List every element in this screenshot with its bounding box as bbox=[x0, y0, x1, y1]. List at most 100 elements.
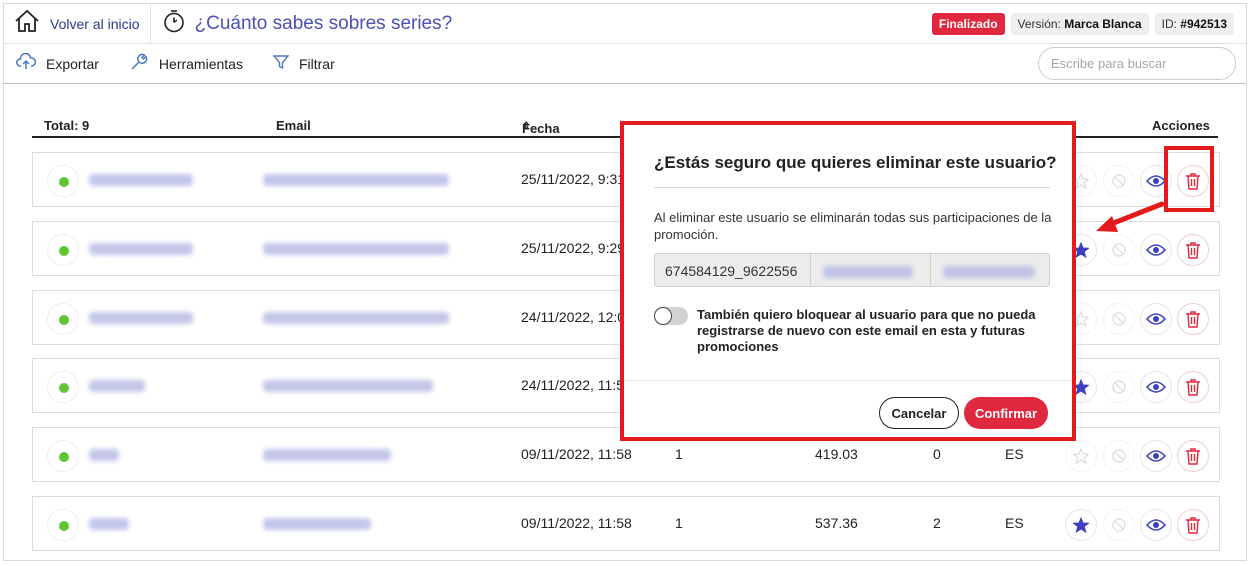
delete-button[interactable] bbox=[1177, 303, 1209, 335]
cell-score: 537.36 bbox=[815, 515, 858, 531]
annotation-highlight-box bbox=[1164, 146, 1214, 212]
stopwatch-icon bbox=[163, 9, 185, 38]
name-redacted bbox=[89, 449, 119, 461]
delete-button[interactable] bbox=[1177, 371, 1209, 403]
cloud-upload-icon bbox=[16, 52, 46, 74]
modal-message: Al eliminar este usuario se eliminarán t… bbox=[654, 210, 1052, 242]
trash-icon bbox=[1186, 517, 1200, 534]
column-fecha-label: Fecha bbox=[522, 121, 560, 136]
status-indicator bbox=[47, 509, 79, 541]
tools-label: Herramientas bbox=[158, 55, 243, 72]
active-dot bbox=[59, 246, 69, 256]
block-button[interactable] bbox=[1103, 303, 1135, 335]
id-value: #942513 bbox=[1180, 16, 1227, 31]
star-icon bbox=[1073, 448, 1089, 464]
version-badge: Versión: Marca Blanca bbox=[1010, 12, 1149, 35]
view-button[interactable] bbox=[1140, 303, 1172, 335]
block-user-label: También quiero bloquear al usuario para … bbox=[697, 307, 1036, 354]
date-cell: 09/11/2022, 11:58 bbox=[521, 515, 632, 531]
email-redacted bbox=[263, 243, 449, 255]
status-indicator bbox=[47, 371, 79, 403]
user-email-redacted bbox=[943, 266, 1035, 278]
version-prefix: Versión: bbox=[1017, 16, 1065, 31]
view-button[interactable] bbox=[1140, 371, 1172, 403]
view-button[interactable] bbox=[1140, 509, 1172, 541]
cell-country: ES bbox=[1005, 446, 1024, 462]
export-button[interactable]: Exportar bbox=[16, 52, 99, 74]
block-button[interactable] bbox=[1103, 440, 1135, 472]
block-icon bbox=[1112, 380, 1126, 394]
active-dot bbox=[59, 383, 69, 393]
user-id-value: 674584129_9622556 bbox=[665, 263, 798, 279]
home-link[interactable]: Volver al inicio bbox=[4, 3, 151, 44]
search-input[interactable] bbox=[1038, 47, 1236, 80]
cell-count: 0 bbox=[933, 446, 941, 462]
home-icon bbox=[14, 9, 40, 38]
favorite-button[interactable] bbox=[1065, 509, 1097, 541]
column-email[interactable]: Email bbox=[276, 118, 311, 133]
date-cell: 24/11/2022, 11:5 bbox=[521, 377, 625, 393]
toolbar: Exportar Herramientas Filtrar bbox=[4, 44, 1246, 84]
favorite-button[interactable] bbox=[1065, 440, 1097, 472]
toggle-knob bbox=[654, 307, 672, 325]
view-button[interactable] bbox=[1140, 234, 1172, 266]
block-button[interactable] bbox=[1103, 371, 1135, 403]
name-redacted bbox=[89, 518, 129, 530]
date-cell: 25/11/2022, 9:31 bbox=[521, 171, 626, 187]
eye-icon bbox=[1146, 450, 1166, 462]
column-actions: Acciones bbox=[1152, 118, 1210, 133]
filter-icon bbox=[272, 54, 299, 73]
eye-icon bbox=[1146, 313, 1166, 325]
block-icon bbox=[1112, 312, 1126, 326]
email-redacted bbox=[263, 380, 433, 392]
home-link-label: Volver al inicio bbox=[50, 15, 140, 32]
star-icon bbox=[1073, 517, 1089, 533]
user-info-field: 674584129_9622556 bbox=[654, 253, 1050, 287]
cancel-button[interactable]: Cancelar bbox=[879, 397, 959, 429]
block-button[interactable] bbox=[1103, 234, 1135, 266]
block-icon bbox=[1112, 174, 1126, 188]
modal-divider bbox=[654, 187, 1050, 188]
eye-icon bbox=[1146, 244, 1166, 256]
view-button[interactable] bbox=[1140, 440, 1172, 472]
status-indicator bbox=[47, 234, 79, 266]
cell-country: ES bbox=[1005, 515, 1024, 531]
total-label: Total: 9 bbox=[44, 118, 90, 133]
active-dot bbox=[59, 177, 69, 187]
date-cell: 24/11/2022, 12:0 bbox=[521, 309, 626, 325]
block-icon bbox=[1112, 243, 1126, 257]
filter-label: Filtrar bbox=[298, 55, 335, 72]
block-button[interactable] bbox=[1103, 509, 1135, 541]
delete-button[interactable] bbox=[1177, 440, 1209, 472]
eye-icon bbox=[1146, 381, 1166, 393]
email-redacted bbox=[263, 174, 449, 186]
cell-participations: 1 bbox=[675, 515, 683, 531]
date-cell: 25/11/2022, 9:29 bbox=[521, 240, 626, 256]
tools-button[interactable]: Herramientas bbox=[129, 52, 243, 75]
delete-user-modal: ¿Estás seguro que quieres eliminar este … bbox=[620, 121, 1076, 441]
block-button[interactable] bbox=[1103, 165, 1135, 197]
page-title: ¿Cuánto sabes sobres series? bbox=[194, 12, 453, 34]
trash-icon bbox=[1186, 311, 1200, 328]
block-user-toggle[interactable] bbox=[654, 307, 688, 325]
confirm-button[interactable]: Confirmar bbox=[964, 397, 1048, 429]
user-id-segment: 674584129_9622556 bbox=[655, 254, 811, 286]
delete-button[interactable] bbox=[1177, 509, 1209, 541]
wrench-icon bbox=[129, 52, 159, 75]
id-badge: ID: #942513 bbox=[1154, 12, 1234, 35]
table-row: 09/11/2022, 11:58 1 537.36 2 ES bbox=[32, 496, 1220, 551]
id-prefix: ID: bbox=[1161, 16, 1181, 31]
name-redacted bbox=[89, 243, 193, 255]
user-email-segment bbox=[931, 254, 1049, 286]
export-label: Exportar bbox=[46, 55, 99, 72]
name-redacted bbox=[89, 174, 193, 186]
top-bar: Volver al inicio ¿Cuánto sabes sobres se… bbox=[4, 3, 1246, 44]
delete-button[interactable] bbox=[1177, 234, 1209, 266]
filter-button[interactable]: Filtrar bbox=[272, 54, 335, 73]
date-cell: 09/11/2022, 11:58 bbox=[521, 446, 632, 462]
status-indicator bbox=[47, 440, 79, 472]
trash-icon bbox=[1186, 379, 1200, 396]
cell-count: 2 bbox=[933, 515, 941, 531]
status-indicator bbox=[47, 165, 79, 197]
user-name-redacted bbox=[823, 266, 913, 278]
